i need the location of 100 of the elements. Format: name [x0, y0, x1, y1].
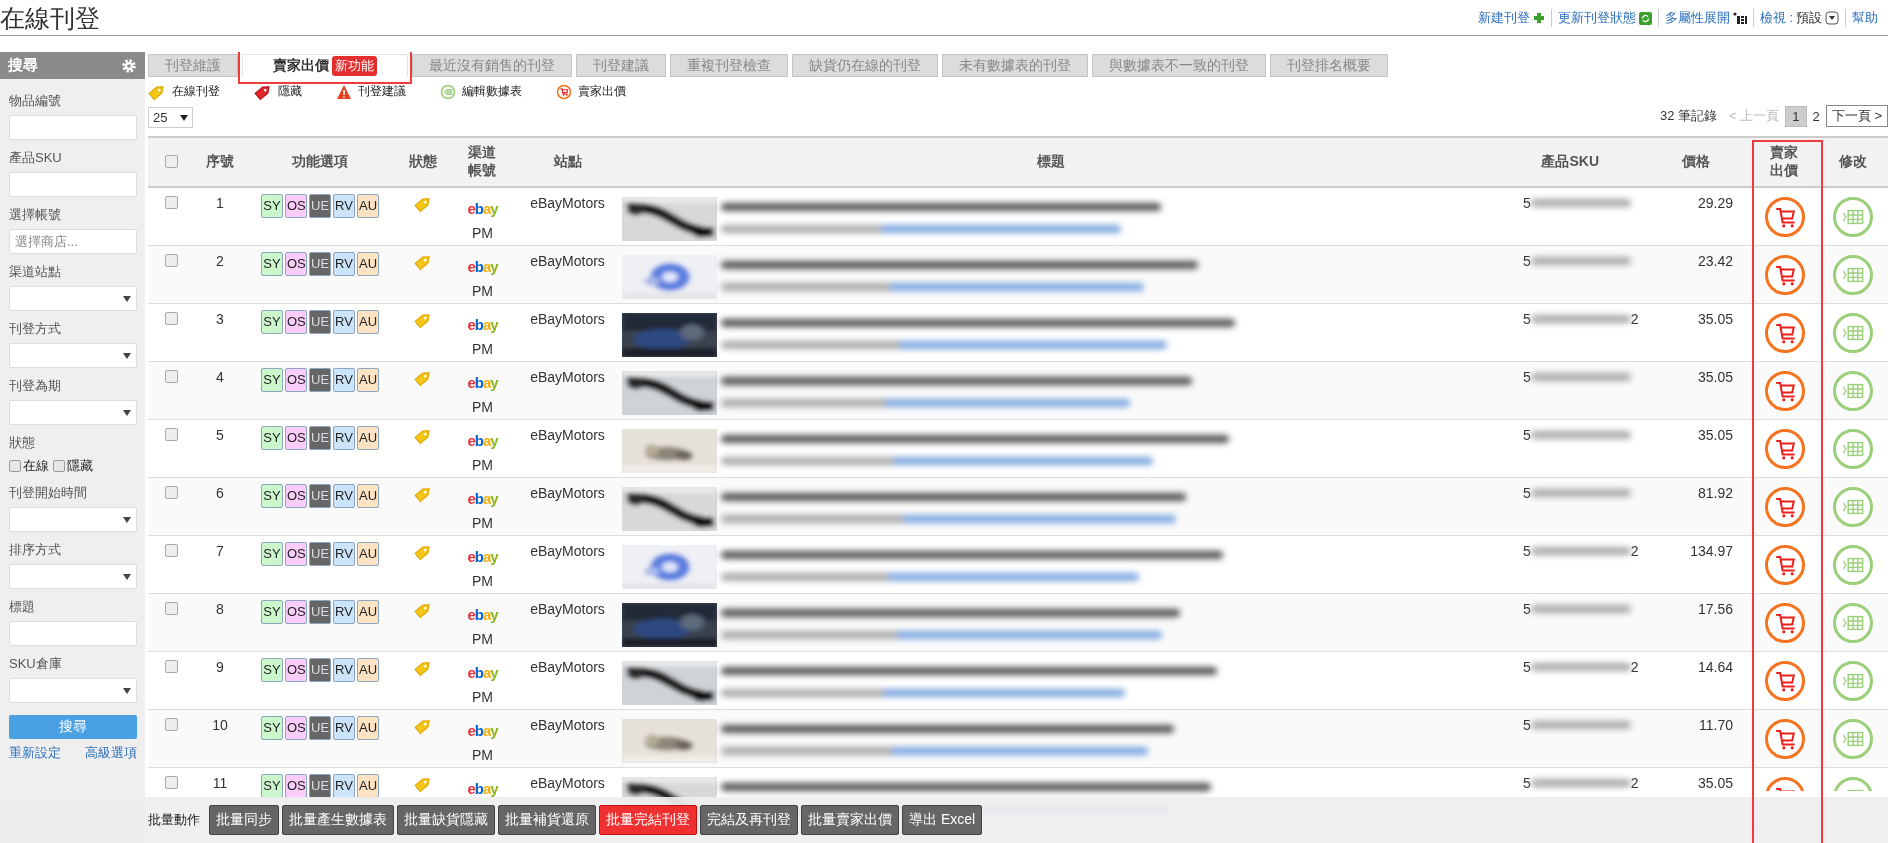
function-badge[interactable]: RV	[333, 367, 355, 392]
function-badge[interactable]: UE	[309, 773, 331, 798]
function-badge[interactable]: OS	[285, 657, 307, 682]
seller-bid-button[interactable]	[1764, 602, 1805, 643]
function-badge[interactable]: AU	[357, 599, 379, 624]
function-badge[interactable]: OS	[285, 483, 307, 508]
function-badge[interactable]: RV	[333, 773, 355, 798]
link[interactable]: 重新設定	[9, 744, 61, 762]
row-checkbox[interactable]	[165, 253, 178, 267]
function-badge[interactable]: UE	[309, 309, 331, 334]
toolbar-link[interactable]: 更新刊登狀態	[1550, 9, 1658, 27]
bulk-action-button[interactable]: 導出 Excel	[902, 805, 983, 835]
function-badge[interactable]: OS	[285, 715, 307, 740]
input-field[interactable]	[9, 621, 137, 646]
view-selector[interactable]: 檢視 : 預設	[1752, 9, 1845, 27]
settings-icon[interactable]	[121, 57, 137, 74]
select-all-checkbox[interactable]	[165, 155, 178, 168]
function-badge[interactable]: AU	[357, 367, 379, 392]
checkbox[interactable]	[9, 460, 21, 472]
function-badge[interactable]: SY	[261, 773, 283, 798]
row-checkbox[interactable]	[165, 196, 178, 209]
checkbox[interactable]	[53, 460, 65, 472]
checkbox-option[interactable]: 隱藏	[53, 457, 93, 475]
function-badge[interactable]: AU	[357, 541, 379, 566]
seller-bid-button[interactable]	[1764, 660, 1805, 701]
function-badge[interactable]: OS	[285, 194, 307, 218]
function-badge[interactable]: OS	[285, 599, 307, 624]
function-badge[interactable]: SY	[261, 425, 283, 450]
edit-sheet-button[interactable]	[1833, 486, 1873, 527]
select-field[interactable]	[9, 400, 137, 425]
seller-bid-button[interactable]	[1764, 254, 1805, 295]
page-size-select[interactable]: 25	[148, 107, 193, 128]
function-badge[interactable]: RV	[333, 194, 355, 218]
bulk-action-button[interactable]: 批量產生數據表	[282, 805, 394, 835]
function-badge[interactable]: OS	[285, 541, 307, 566]
function-badge[interactable]: SY	[261, 541, 283, 566]
toolbar-link[interactable]: 多屬性展開	[1657, 9, 1753, 27]
function-badge[interactable]: OS	[285, 251, 307, 276]
edit-sheet-button[interactable]	[1833, 660, 1873, 701]
checkbox-option[interactable]: 在線	[9, 457, 49, 475]
function-badge[interactable]: UE	[309, 425, 331, 450]
toolbar-link[interactable]: 新建刊登	[1471, 9, 1551, 27]
select-field[interactable]	[9, 507, 137, 532]
edit-sheet-button[interactable]	[1833, 428, 1873, 469]
function-badge[interactable]: UE	[309, 715, 331, 740]
select-field[interactable]	[9, 678, 137, 703]
row-checkbox[interactable]	[165, 775, 178, 789]
edit-sheet-button[interactable]	[1833, 718, 1873, 759]
bulk-action-button[interactable]: 批量缺貨隱藏	[397, 805, 495, 835]
row-checkbox[interactable]	[165, 369, 178, 383]
bulk-action-button[interactable]: 批量完結刊登	[599, 805, 697, 835]
edit-sheet-button[interactable]	[1833, 312, 1873, 353]
seller-bid-button[interactable]	[1764, 370, 1805, 411]
function-badge[interactable]: OS	[285, 367, 307, 392]
function-badge[interactable]: UE	[309, 251, 331, 276]
row-checkbox[interactable]	[165, 427, 178, 441]
edit-sheet-button[interactable]	[1833, 254, 1873, 295]
function-badge[interactable]: RV	[333, 541, 355, 566]
function-badge[interactable]: AU	[357, 715, 379, 740]
function-badge[interactable]: SY	[261, 715, 283, 740]
function-badge[interactable]: RV	[333, 599, 355, 624]
bulk-action-button[interactable]: 批量補貨還原	[498, 805, 596, 835]
select-field[interactable]	[9, 286, 137, 311]
page-number[interactable]: 1	[1785, 105, 1807, 127]
function-badge[interactable]: SY	[261, 483, 283, 508]
function-badge[interactable]: AU	[357, 194, 379, 218]
function-badge[interactable]: AU	[357, 483, 379, 508]
function-badge[interactable]: RV	[333, 483, 355, 508]
bulk-action-button[interactable]: 批量同步	[209, 805, 279, 835]
seller-bid-button[interactable]	[1764, 486, 1805, 527]
edit-sheet-button[interactable]	[1833, 602, 1873, 643]
function-badge[interactable]: AU	[357, 657, 379, 682]
function-badge[interactable]: SY	[261, 657, 283, 682]
function-badge[interactable]: OS	[285, 773, 307, 798]
function-badge[interactable]: UE	[309, 194, 331, 218]
row-checkbox[interactable]	[165, 485, 178, 499]
bulk-action-button[interactable]: 批量賣家出價	[801, 805, 899, 835]
function-badge[interactable]: RV	[333, 251, 355, 276]
edit-sheet-button[interactable]	[1833, 776, 1873, 791]
seller-bid-button[interactable]	[1764, 544, 1805, 585]
function-badge[interactable]: SY	[261, 367, 283, 392]
function-badge[interactable]: SY	[261, 599, 283, 624]
function-badge[interactable]: AU	[357, 309, 379, 334]
edit-sheet-button[interactable]	[1833, 544, 1873, 585]
page-number[interactable]: 2	[1806, 106, 1826, 126]
toolbar-link[interactable]: 幫助	[1845, 9, 1884, 27]
function-badge[interactable]: UE	[309, 599, 331, 624]
function-badge[interactable]: OS	[285, 309, 307, 334]
row-checkbox[interactable]	[165, 311, 178, 325]
edit-sheet-button[interactable]	[1833, 370, 1873, 411]
function-badge[interactable]: AU	[357, 425, 379, 450]
select-field[interactable]	[9, 564, 137, 589]
function-badge[interactable]: RV	[333, 715, 355, 740]
row-checkbox[interactable]	[165, 717, 178, 731]
function-badge[interactable]: RV	[333, 309, 355, 334]
function-badge[interactable]: AU	[357, 773, 379, 798]
function-badge[interactable]: UE	[309, 367, 331, 392]
edit-sheet-button[interactable]	[1833, 197, 1873, 237]
seller-bid-button[interactable]	[1764, 197, 1805, 237]
seller-bid-button[interactable]	[1764, 428, 1805, 469]
